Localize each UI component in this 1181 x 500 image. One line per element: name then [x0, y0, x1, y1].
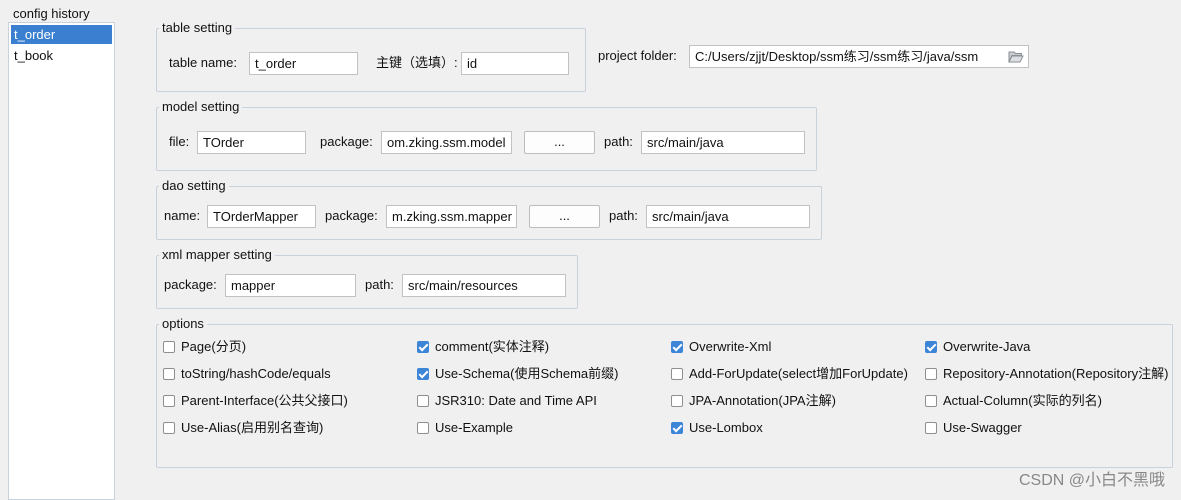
option-label: toString/hashCode/equals: [181, 366, 331, 381]
primary-key-input[interactable]: id: [461, 52, 569, 75]
option-add-forupdate[interactable]: Add-ForUpdate(select增加ForUpdate): [671, 366, 908, 384]
table-name-label: table name:: [169, 55, 237, 70]
option-label: Overwrite-Xml: [689, 339, 772, 354]
option-label: comment(实体注释): [435, 339, 550, 354]
watermark: CSDN @小白不黑哦: [1018, 472, 1165, 489]
checkbox[interactable]: [671, 422, 683, 434]
dao-package-input[interactable]: m.zking.ssm.mapper: [386, 205, 517, 228]
checkbox[interactable]: [163, 422, 175, 434]
history-item[interactable]: t_order: [11, 25, 112, 44]
option-label: Use-Alias(启用别名查询): [181, 420, 324, 435]
checkbox[interactable]: [417, 341, 429, 353]
option-use-schema[interactable]: Use-Schema(使用Schema前缀): [417, 366, 619, 384]
model-package-input[interactable]: om.zking.ssm.model: [381, 131, 512, 154]
history-legend: config history: [13, 6, 90, 21]
xml-package-input[interactable]: mapper: [225, 274, 356, 297]
option-parent-interface[interactable]: Parent-Interface(公共父接口): [163, 393, 348, 411]
checkbox[interactable]: [417, 395, 429, 407]
option-label: Page(分页): [181, 339, 247, 354]
dao-package-label: package:: [325, 208, 378, 223]
history-list[interactable]: t_order t_book: [8, 22, 115, 500]
option-actual-column[interactable]: Actual-Column(实际的列名): [925, 393, 1102, 411]
model-path-input[interactable]: src/main/java: [641, 131, 805, 154]
option-overwrite-java[interactable]: Overwrite-Java: [925, 339, 1030, 357]
dao-path-input[interactable]: src/main/java: [646, 205, 810, 228]
xml-path-input[interactable]: src/main/resources: [402, 274, 566, 297]
option-repository-annotation[interactable]: Repository-Annotation(Repository注解): [925, 366, 1168, 384]
checkbox[interactable]: [925, 422, 937, 434]
dao-name-label: name:: [164, 208, 201, 223]
history-item[interactable]: t_book: [11, 46, 112, 65]
dao-setting-legend: dao setting: [162, 178, 226, 193]
checkbox[interactable]: [925, 368, 937, 380]
option-label: Overwrite-Java: [943, 339, 1031, 354]
option-label: Use-Swagger: [943, 420, 1022, 435]
checkbox[interactable]: [925, 395, 937, 407]
checkbox[interactable]: [417, 422, 429, 434]
project-folder-input[interactable]: C:/Users/zjjt/Desktop/ssm练习/ssm练习/java/s…: [689, 45, 1029, 68]
option-label: Use-Lombox: [689, 420, 763, 435]
option-use-example[interactable]: Use-Example: [417, 420, 513, 438]
table-name-input[interactable]: t_order: [249, 52, 358, 75]
model-setting-legend: model setting: [162, 99, 240, 114]
checkbox[interactable]: [925, 341, 937, 353]
checkbox[interactable]: [163, 395, 175, 407]
option-label: Actual-Column(实际的列名): [943, 393, 1102, 408]
checkbox[interactable]: [163, 368, 175, 380]
folder-open-icon[interactable]: [1008, 50, 1024, 66]
option-label: JPA-Annotation(JPA注解): [689, 393, 836, 408]
option-jsr310[interactable]: JSR310: Date and Time API: [417, 393, 597, 411]
checkbox[interactable]: [671, 341, 683, 353]
options-legend: options: [162, 316, 204, 331]
model-file-input[interactable]: TOrder: [197, 131, 306, 154]
option-label: Use-Schema(使用Schema前缀): [435, 366, 619, 381]
model-path-label: path:: [604, 134, 633, 149]
table-setting-legend: table setting: [162, 20, 233, 35]
option-comment[interactable]: comment(实体注释): [417, 339, 549, 357]
option-use-alias[interactable]: Use-Alias(启用别名查询): [163, 420, 323, 438]
checkbox[interactable]: [417, 368, 429, 380]
dao-path-label: path:: [609, 208, 638, 223]
checkbox[interactable]: [671, 368, 683, 380]
xml-package-label: package:: [164, 277, 217, 292]
option-label: Parent-Interface(公共父接口): [181, 393, 348, 408]
option-label: JSR310: Date and Time API: [435, 393, 597, 408]
checkbox[interactable]: [163, 341, 175, 353]
option-label: Add-ForUpdate(select增加ForUpdate): [689, 366, 908, 381]
xml-setting-legend: xml mapper setting: [162, 247, 272, 262]
dao-name-input[interactable]: TOrderMapper: [207, 205, 316, 228]
dao-package-browse-button[interactable]: ...: [529, 205, 600, 228]
option-use-swagger[interactable]: Use-Swagger: [925, 420, 1022, 438]
option-jpa-annotation[interactable]: JPA-Annotation(JPA注解): [671, 393, 836, 411]
option-page[interactable]: Page(分页): [163, 339, 246, 357]
option-overwrite-xml[interactable]: Overwrite-Xml: [671, 339, 771, 357]
checkbox[interactable]: [671, 395, 683, 407]
model-package-browse-button[interactable]: ...: [524, 131, 595, 154]
option-use-lombox[interactable]: Use-Lombox: [671, 420, 763, 438]
model-package-label: package:: [320, 134, 373, 149]
primary-key-label: 主键（选填）:: [376, 55, 458, 70]
option-label: Use-Example: [435, 420, 514, 435]
option-label: Repository-Annotation(Repository注解): [943, 366, 1169, 381]
option-tostring[interactable]: toString/hashCode/equals: [163, 366, 331, 384]
model-file-label: file:: [169, 134, 190, 149]
xml-path-label: path:: [365, 277, 394, 292]
project-folder-label: project folder:: [598, 48, 677, 63]
